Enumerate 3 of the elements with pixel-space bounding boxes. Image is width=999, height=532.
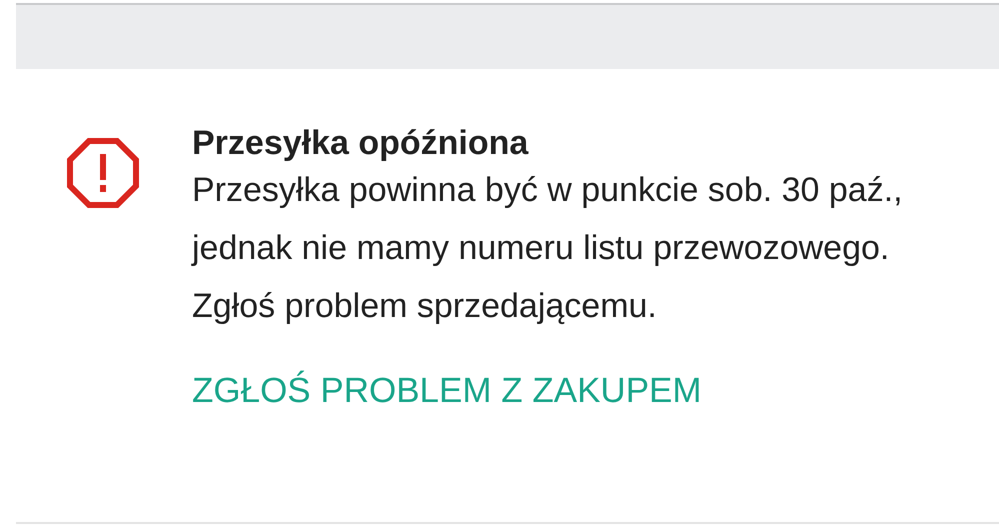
notice-title: Przesyłka opóźniona — [192, 123, 530, 164]
notice-message: Przesyłka powinna być w punkcie sob. 30 paź., jednak nie mamy numeru listu przewozowego. Zgłoś problem sprzedającemu. — [192, 170, 904, 327]
report-problem-link[interactable]: ZGŁOŚ PROBLEM Z ZAKUPEM — [192, 371, 702, 411]
